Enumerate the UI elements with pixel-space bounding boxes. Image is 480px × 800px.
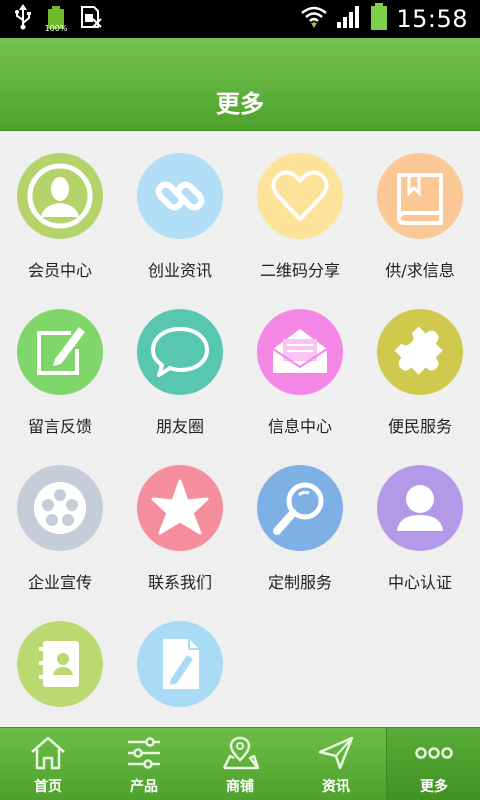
menu-item-contact-us[interactable]: 联系我们 (120, 443, 240, 599)
menu-item-custom-service[interactable]: 定制服务 (240, 443, 360, 599)
menu-item-label: 创业资讯 (147, 261, 212, 280)
user-icon (377, 465, 463, 551)
menu-item-member-center[interactable]: 会员中心 (0, 131, 120, 287)
cell-signal-icon (336, 4, 362, 34)
menu-item-label: 供/求信息 (385, 261, 455, 280)
status-right: 15:58 (300, 2, 468, 36)
menu-item-friends-circle[interactable]: 朋友圈 (120, 287, 240, 443)
status-left: 100% (14, 4, 102, 34)
menu-item-convenience-service[interactable]: 便民服务 (360, 287, 480, 443)
status-bar: 100% 15:58 (0, 0, 480, 38)
menu-item-info-center[interactable]: 信息中心 (240, 287, 360, 443)
nav-label: 产品 (130, 779, 158, 795)
wifi-icon (300, 4, 328, 34)
menu-item-business-news[interactable]: 创业资讯 (120, 131, 240, 287)
member-icon (17, 153, 103, 239)
battery-icon (370, 3, 388, 35)
document-edit-icon (137, 621, 223, 707)
heart-icon (257, 153, 343, 239)
contacts-book-icon (17, 621, 103, 707)
sliders-icon (128, 737, 160, 769)
nav-item-shops[interactable]: 商铺 (192, 728, 288, 800)
film-reel-icon (17, 465, 103, 551)
chat-bubble-icon (137, 309, 223, 395)
nav-label: 更多 (420, 779, 448, 795)
nav-label: 首页 (34, 779, 62, 795)
menu-item-label: 中心认证 (387, 573, 452, 592)
star-icon (137, 465, 223, 551)
nav-label: 商铺 (226, 779, 254, 795)
menu-item-label: 定制服务 (267, 573, 332, 592)
menu-item-label: 联系我们 (147, 573, 212, 592)
menu-item-label: 留言反馈 (27, 417, 92, 436)
nav-item-more[interactable]: 更多 (386, 728, 480, 800)
menu-item-label: 会员中心 (27, 261, 92, 280)
map-icon (222, 736, 260, 770)
menu-item-label: 信息中心 (267, 417, 332, 436)
nav-item-home[interactable]: 首页 (0, 728, 96, 800)
more-icon (415, 747, 453, 759)
usb-icon (14, 4, 32, 34)
home-icon (31, 736, 65, 770)
app-header: 更多 (0, 38, 480, 131)
magnifier-icon (257, 465, 343, 551)
menu-item-label: 企业宣传 (27, 573, 92, 592)
link-icon (137, 153, 223, 239)
menu-item-supply-demand[interactable]: 供/求信息 (360, 131, 480, 287)
nav-label: 资讯 (322, 779, 350, 795)
book-icon (377, 153, 463, 239)
menu-item-company-promotion[interactable]: 企业宣传 (0, 443, 120, 599)
menu-item-label: 朋友圈 (155, 417, 204, 436)
bottom-nav: 首页 产品 商铺 资讯 更多 (0, 727, 480, 800)
page-title: 更多 (216, 90, 264, 118)
nav-item-news[interactable]: 资讯 (288, 728, 384, 800)
menu-item-qr-share[interactable]: 二维码分享 (240, 131, 360, 287)
mail-icon (257, 309, 343, 395)
edit-icon (17, 309, 103, 395)
menu-item-label: 二维码分享 (259, 261, 340, 280)
status-time: 15:58 (396, 5, 468, 33)
nav-item-products[interactable]: 产品 (96, 728, 192, 800)
menu-item-center-certification[interactable]: 中心认证 (360, 443, 480, 599)
battery-full-small-icon: 100% (45, 6, 67, 33)
menu-item-label: 便民服务 (387, 417, 452, 436)
puzzle-icon (377, 309, 463, 395)
send-icon (318, 736, 354, 770)
sim-card-icon (80, 5, 102, 33)
menu-item-feedback[interactable]: 留言反馈 (0, 287, 120, 443)
battery-percent-label: 100% (44, 24, 68, 33)
